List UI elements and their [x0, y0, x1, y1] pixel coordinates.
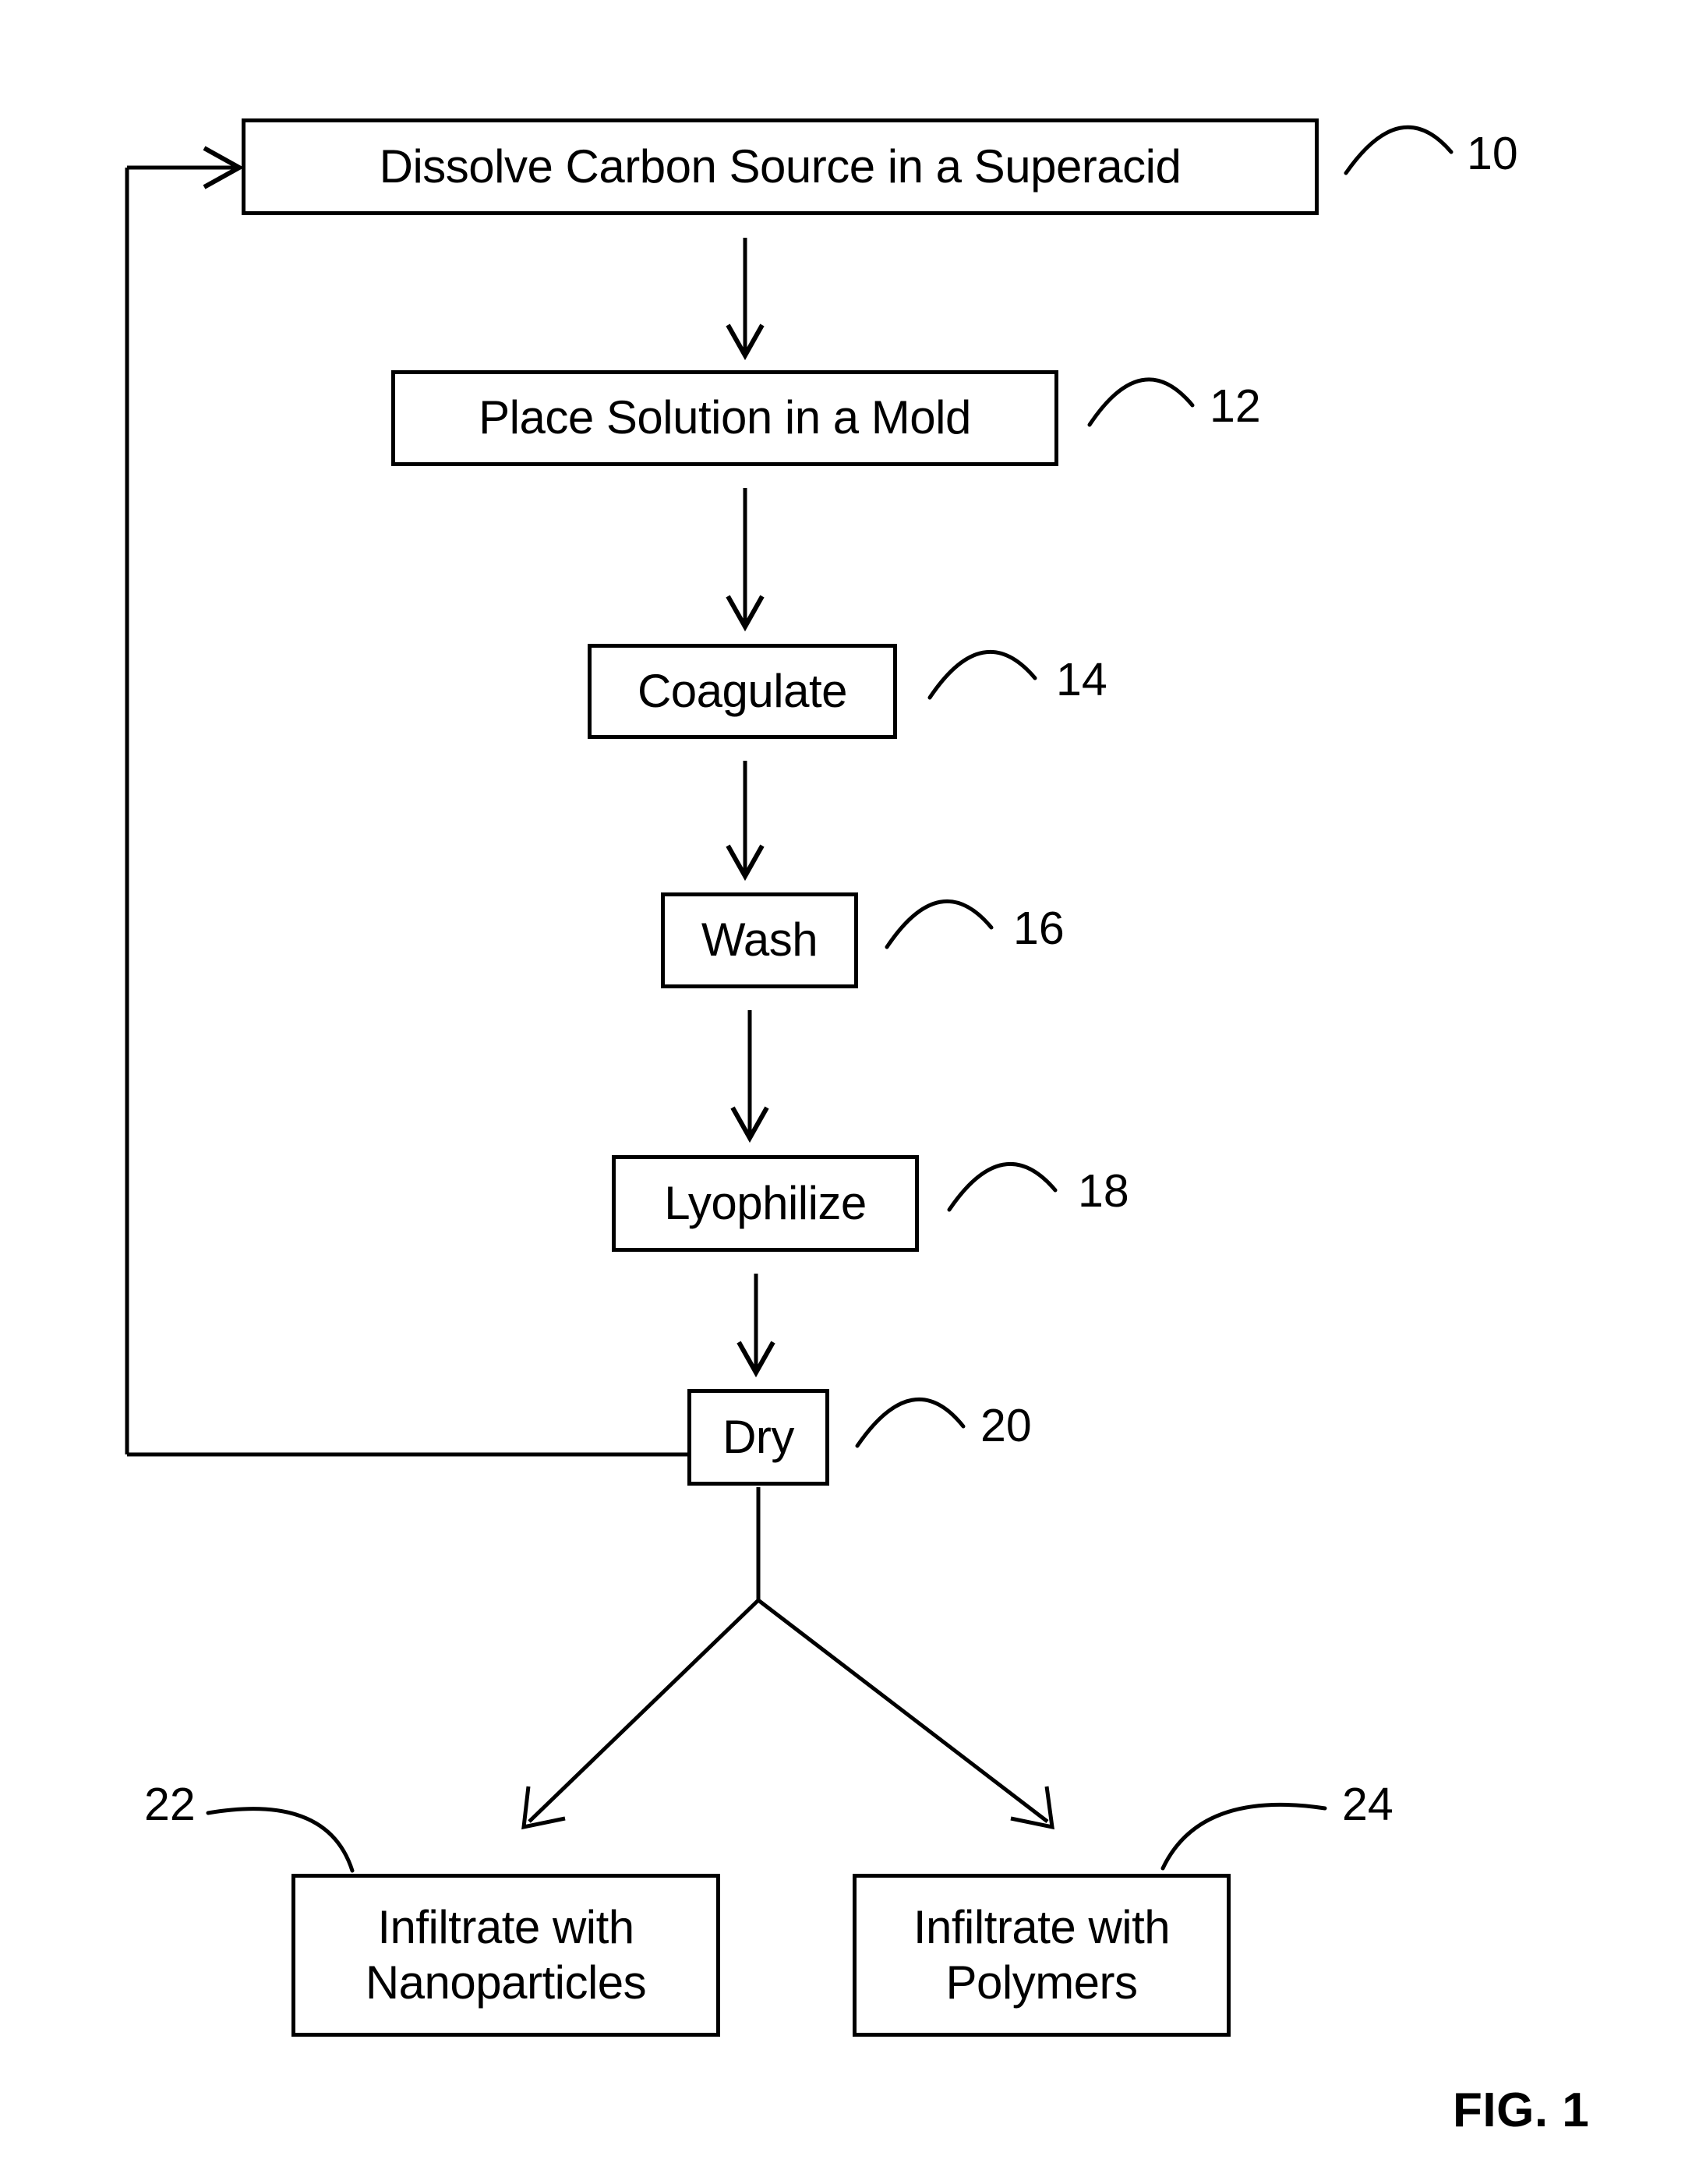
figure-canvas: Dissolve Carbon Source in a Superacid Pl…: [0, 0, 1692, 2184]
process-box-coagulate: Coagulate: [588, 644, 897, 739]
process-box-label: Coagulate: [637, 664, 848, 717]
process-box-label: Wash: [701, 914, 818, 967]
arrow-10-to-12: [726, 238, 765, 361]
process-box-label: Dry: [722, 1410, 794, 1463]
reference-numeral-16: 16: [1013, 903, 1065, 954]
process-box-label: Infiltrate with Polymers: [913, 1900, 1171, 2009]
reference-numeral-14: 14: [1056, 654, 1107, 705]
reference-numeral-10: 10: [1467, 128, 1518, 179]
leader-line-18: [947, 1162, 1058, 1212]
process-box-label: Lyophilize: [664, 1176, 867, 1229]
arrow-branch-to-polymers: [757, 1599, 1054, 1830]
leader-line-20: [855, 1398, 966, 1448]
arrow-12-to-14: [726, 488, 765, 632]
leader-line-12: [1087, 377, 1195, 427]
leader-line-14: [927, 650, 1037, 700]
leader-line-22: [206, 1807, 355, 1873]
process-box-lyophilize: Lyophilize: [612, 1155, 919, 1252]
arrow-branch-to-nanoparticles: [521, 1599, 760, 1830]
process-box-dissolve-carbon-source: Dissolve Carbon Source in a Superacid: [242, 118, 1319, 215]
process-box-infiltrate-with-nanoparticles: Infiltrate with Nanoparticles: [291, 1874, 720, 2037]
leader-line-10: [1344, 125, 1454, 175]
process-box-wash: Wash: [661, 892, 858, 988]
reference-numeral-22: 22: [144, 1779, 196, 1830]
figure-caption: FIG. 1: [1453, 2083, 1590, 2137]
process-box-label: Infiltrate with Nanoparticles: [365, 1900, 647, 2009]
reference-numeral-24: 24: [1342, 1779, 1394, 1830]
process-box-infiltrate-with-polymers: Infiltrate with Polymers: [853, 1874, 1231, 2037]
leader-line-16: [885, 899, 994, 949]
arrow-14-to-16: [726, 761, 765, 882]
reference-numeral-18: 18: [1078, 1165, 1129, 1217]
arrow-18-to-20: [736, 1274, 775, 1378]
reference-numeral-12: 12: [1210, 380, 1261, 432]
feedback-loop-dry-to-dissolve: [125, 146, 687, 1457]
process-box-place-solution-in-mold: Place Solution in a Mold: [391, 370, 1058, 466]
process-box-label: Place Solution in a Mold: [479, 391, 971, 444]
reference-numeral-20: 20: [980, 1400, 1032, 1451]
leader-line-24: [1160, 1802, 1327, 1871]
arrow-16-to-18: [730, 1010, 769, 1143]
connector-layer: [125, 125, 1454, 1873]
process-box-label: Dissolve Carbon Source in a Superacid: [379, 140, 1182, 193]
process-box-dry: Dry: [687, 1389, 829, 1486]
